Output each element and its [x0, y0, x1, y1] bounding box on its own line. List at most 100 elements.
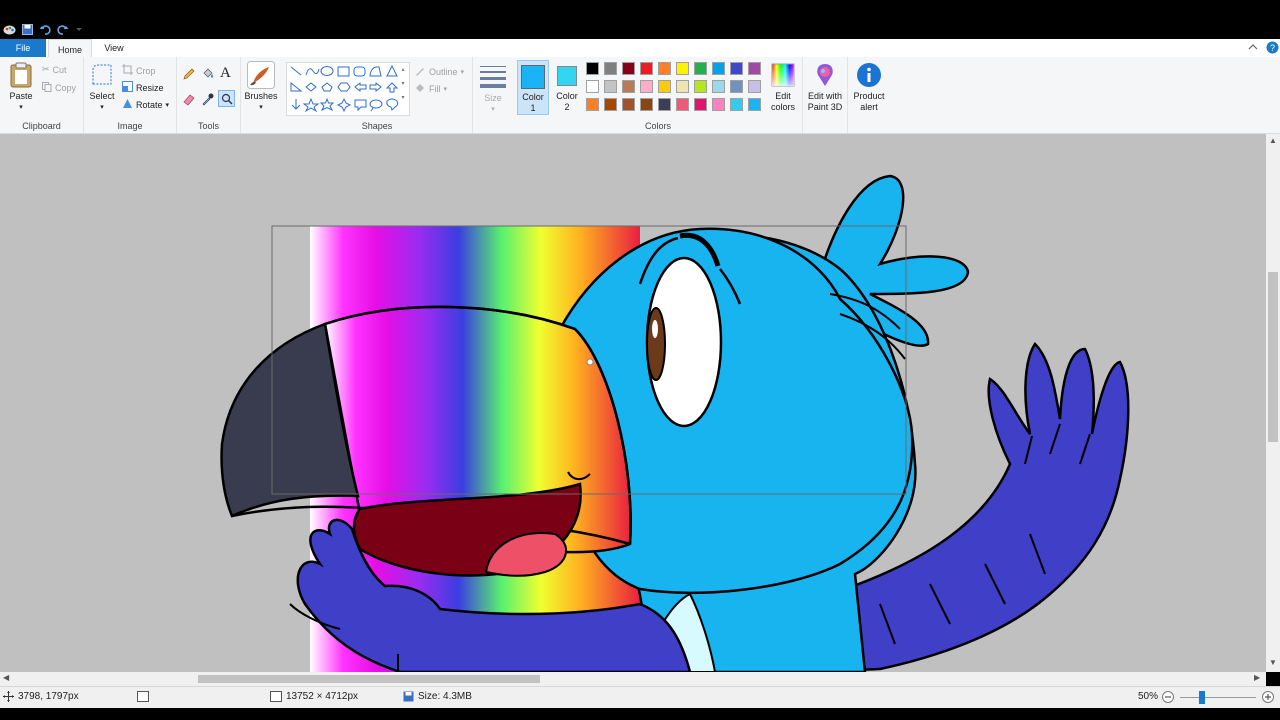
shapes-gallery[interactable] [286, 62, 410, 116]
customize-qat-icon[interactable] [74, 22, 84, 36]
pencil-icon[interactable] [182, 67, 196, 83]
select-label: Select [89, 91, 115, 101]
collapse-ribbon-icon[interactable] [1248, 42, 1258, 54]
chevron-down-icon: ▾ [100, 104, 104, 111]
palette-swatch[interactable] [658, 98, 671, 111]
palette-swatch[interactable] [676, 80, 689, 93]
resize-handle[interactable] [586, 358, 594, 366]
svg-text:?: ? [1270, 43, 1275, 53]
paint-app-icon[interactable] [2, 22, 16, 36]
tab-file[interactable]: File [0, 39, 46, 57]
rotate-button[interactable]: Rotate ▾ [122, 98, 169, 111]
bottom-strip [0, 708, 1280, 720]
edit-paint3d-label: Edit with Paint 3D [807, 91, 843, 112]
palette-swatch[interactable] [604, 98, 617, 111]
palette-swatch[interactable] [730, 62, 743, 75]
edit-with-paint3d-button[interactable]: Edit with Paint 3D [805, 61, 845, 113]
paste-button[interactable]: Paste ▾ [6, 61, 36, 113]
palette-swatch[interactable] [622, 80, 635, 93]
zoom-slider[interactable] [1180, 697, 1256, 698]
palette-swatch[interactable] [658, 62, 671, 75]
fill-bucket-icon[interactable] [201, 67, 215, 83]
zoom-out-icon[interactable] [1162, 691, 1174, 706]
canvas-area[interactable] [0, 134, 1266, 672]
palette-swatch[interactable] [622, 62, 635, 75]
copy-button[interactable]: Copy [42, 82, 76, 94]
chevron-down-icon: ▾ [19, 104, 23, 111]
copy-icon [42, 82, 52, 94]
help-icon[interactable]: ? [1266, 41, 1279, 56]
palette-swatch[interactable] [712, 80, 725, 93]
vertical-scroll-thumb[interactable] [1268, 272, 1278, 442]
scroll-up-icon[interactable]: ▲ [1269, 136, 1277, 145]
copy-label: Copy [55, 83, 77, 93]
redo-icon[interactable] [56, 22, 70, 36]
eraser-icon[interactable] [182, 92, 196, 108]
undo-icon[interactable] [38, 22, 52, 36]
line-size-icon [479, 63, 507, 91]
magnifier-icon[interactable] [218, 90, 235, 107]
product-alert-button[interactable]: Product alert [848, 61, 890, 113]
crop-icon [122, 64, 133, 77]
palette-swatch[interactable] [748, 62, 761, 75]
palette-swatch[interactable] [694, 62, 707, 75]
color2-button[interactable]: Color 2 [552, 60, 582, 115]
file-size-icon [403, 691, 414, 705]
outline-icon [414, 65, 426, 79]
palette-swatch[interactable] [676, 62, 689, 75]
cut-button[interactable]: ✂ Cut [42, 64, 67, 75]
rotate-label: Rotate [136, 99, 163, 110]
crop-button[interactable]: Crop [122, 64, 156, 77]
vertical-scrollbar[interactable]: ▲ ▼ [1266, 134, 1280, 672]
palette-swatch[interactable] [640, 62, 653, 75]
clipboard-group-label: Clipboard [22, 121, 61, 131]
clipboard-icon [7, 61, 35, 89]
brushes-button[interactable]: Brushes ▾ [243, 61, 279, 113]
palette-swatch[interactable] [622, 98, 635, 111]
horizontal-scrollbar[interactable]: ◀ ▶ [0, 672, 1266, 686]
color1-button[interactable]: Color 1 [517, 60, 549, 115]
palette-swatch[interactable] [604, 80, 617, 93]
palette-swatch[interactable] [658, 80, 671, 93]
ribbon-tab-bar: File Home View ? [0, 39, 1280, 59]
palette-swatch[interactable] [604, 62, 617, 75]
zoom-slider-thumb[interactable] [1199, 691, 1205, 704]
color-picker-icon[interactable] [201, 92, 215, 108]
select-button[interactable]: Select ▾ [88, 61, 116, 113]
palette-swatch[interactable] [694, 98, 707, 111]
zoom-in-icon[interactable] [1262, 691, 1274, 706]
scroll-right-icon[interactable]: ▶ [1254, 673, 1260, 682]
palette-swatch[interactable] [712, 62, 725, 75]
palette-swatch[interactable] [748, 80, 761, 93]
palette-swatch[interactable] [640, 98, 653, 111]
chevron-down-icon: ▾ [460, 69, 465, 76]
horizontal-scroll-thumb[interactable] [198, 675, 540, 683]
palette-swatch[interactable] [586, 98, 599, 111]
fill-button[interactable]: Fill ▾ [414, 82, 447, 96]
scroll-down-icon[interactable]: ▼ [1269, 658, 1277, 667]
outline-button[interactable]: Outline ▾ [414, 65, 464, 79]
color1-label: Color 1 [522, 92, 544, 113]
drawing-canvas[interactable] [0, 134, 1266, 672]
edit-colors-button[interactable]: Edit colors [766, 61, 800, 113]
palette-swatch[interactable] [712, 98, 725, 111]
palette-swatch[interactable] [586, 80, 599, 93]
shapes-scroll[interactable]: ▴ ▾ ▾ [399, 63, 407, 113]
resize-button[interactable]: Resize [122, 81, 164, 94]
palette-swatch[interactable] [694, 80, 707, 93]
palette-swatch[interactable] [676, 98, 689, 111]
paint3d-icon [811, 61, 839, 89]
palette-swatch[interactable] [586, 62, 599, 75]
palette-swatch[interactable] [730, 80, 743, 93]
tab-home[interactable]: Home [48, 39, 92, 59]
text-tool-icon[interactable]: A [220, 65, 231, 82]
palette-swatch[interactable] [730, 98, 743, 111]
tab-view[interactable]: View [96, 39, 132, 57]
scroll-left-icon[interactable]: ◀ [3, 673, 9, 682]
save-icon[interactable] [20, 22, 34, 36]
status-bar: 3798, 1797px 13752 × 4712px Size: 4.3MB … [0, 686, 1280, 709]
palette-swatch[interactable] [640, 80, 653, 93]
palette-swatch[interactable] [748, 98, 761, 111]
info-icon [855, 61, 883, 89]
size-button[interactable]: Size ▾ [477, 63, 509, 115]
